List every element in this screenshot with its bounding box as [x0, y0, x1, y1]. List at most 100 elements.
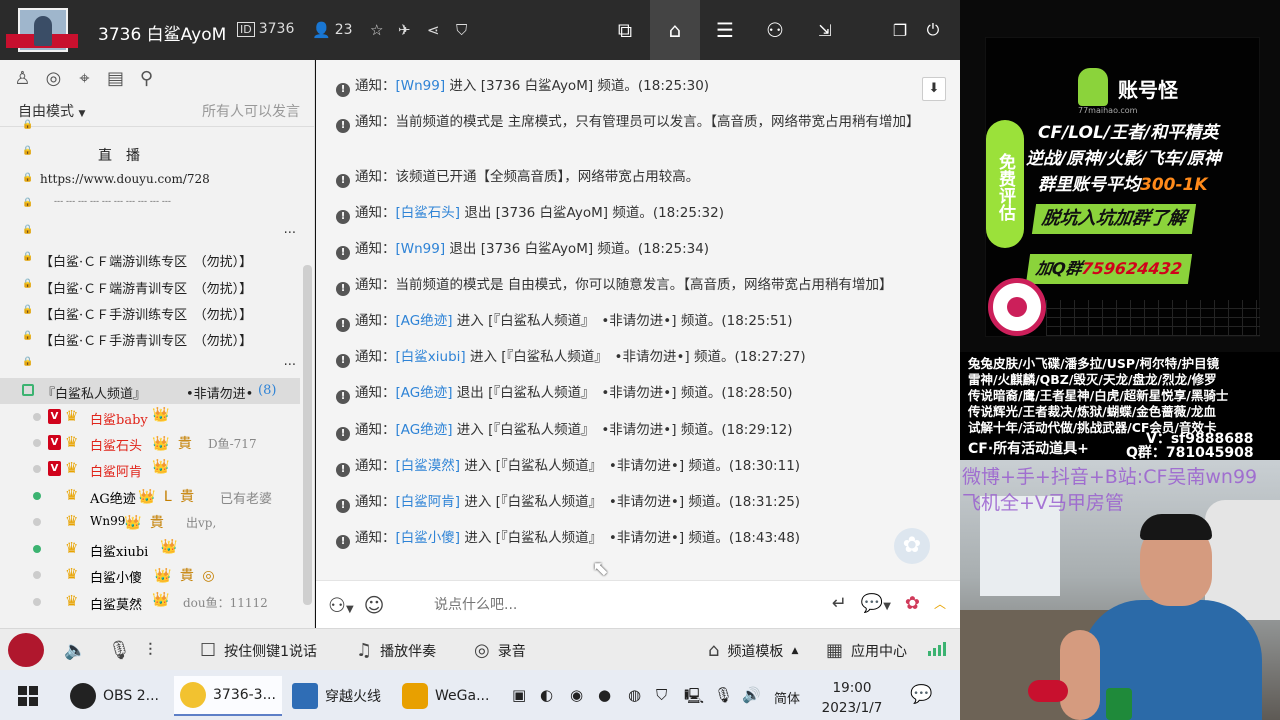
user-name: 白鲨xiubi: [90, 545, 149, 560]
member-count: (8): [258, 383, 277, 398]
mic-icon[interactable]: 🎙: [714, 686, 733, 704]
push-to-talk-toggle[interactable]: ☐ 按住侧键1说话: [200, 640, 317, 661]
user-badges: 👑: [160, 539, 180, 555]
search-icon[interactable]: ⚲: [136, 68, 157, 89]
channel-item[interactable]: 🔒 https://www.douyu.com/728: [0, 167, 300, 193]
user-row[interactable]: ♛ 白鲨xiubi 👑: [0, 536, 300, 562]
notification-icon[interactable]: 💬: [910, 684, 932, 705]
message-user[interactable]: [白鲨小傻]: [396, 530, 461, 546]
more-icon[interactable]: ...: [284, 222, 296, 237]
share-icon: ⋖: [427, 21, 440, 39]
tray-app-icon[interactable]: ◍: [628, 686, 641, 704]
windows-start-icon[interactable]: [18, 686, 38, 706]
chat-icon[interactable]: ◎: [43, 68, 64, 89]
clock[interactable]: 19:00 2023/1/7: [812, 678, 892, 718]
video-icon: ⧉: [617, 18, 633, 42]
tray-app-icon[interactable]: ◐: [540, 686, 553, 704]
chevron-up-icon[interactable]: ︿: [934, 595, 946, 612]
message-user[interactable]: [AG绝迹]: [396, 385, 453, 401]
play-music-button[interactable]: ♫ 播放伴奏: [356, 640, 436, 661]
channel-item[interactable]: 🔒 【白鲨·ＣＦ端游训练专区 （勿扰）】: [0, 246, 300, 272]
channel-item[interactable]: 🔒 【白鲨·ＣＦ手游训练专区 （勿扰）】: [0, 299, 300, 325]
message-user[interactable]: [白鲨xiubi]: [396, 349, 466, 365]
home-tab[interactable]: ⌂: [650, 0, 700, 60]
channel-item[interactable]: 🔒...: [0, 219, 300, 245]
message-user[interactable]: [Wn99]: [396, 78, 446, 94]
volume-icon[interactable]: 🔊: [742, 686, 761, 704]
user-row[interactable]: V ♛ 白鲨baby 👑: [0, 404, 300, 430]
message-user[interactable]: [Wn99]: [396, 241, 446, 257]
panel-scrollbar[interactable]: [303, 265, 312, 605]
more-icon[interactable]: ...: [284, 354, 296, 369]
mixer-button[interactable]: ⫶: [148, 640, 153, 661]
channel-item[interactable]: 🔒 直 播: [0, 140, 300, 166]
channel-item[interactable]: 🔒: [0, 117, 300, 131]
user-row[interactable]: ♛ 白鲨小傻 👑 貴 ◎: [0, 562, 300, 588]
fly-button[interactable]: ✈: [398, 21, 411, 39]
task-yy[interactable]: 3736-3...: [174, 676, 282, 716]
user-note: D鱼-717: [208, 437, 257, 451]
ad-grid-decoration: [1046, 300, 1260, 336]
tray-app-icon[interactable]: ◉: [570, 686, 583, 704]
template-icon: ⌂: [708, 640, 720, 661]
chat-input[interactable]: [434, 593, 764, 617]
task-wegame[interactable]: WeGa...: [396, 676, 495, 716]
user-row[interactable]: V ♛ 白鲨阿肯 👑: [0, 456, 300, 482]
lock-icon: 🔒: [22, 173, 34, 183]
channel-item[interactable]: 🔒 【白鲨·ＣＦ端游青训专区 （勿扰）】: [0, 273, 300, 299]
video-tab[interactable]: ⧉: [600, 0, 650, 60]
user-note: 出vp,: [186, 516, 217, 530]
minimize-icon: ⇲: [818, 20, 832, 40]
user-badges: 👑 貴 ◎: [154, 568, 217, 584]
game-tab[interactable]: ⚇: [750, 0, 800, 60]
font-icon[interactable]: ☺: [364, 593, 385, 617]
message-user[interactable]: [AG绝迹]: [396, 422, 453, 438]
send-icon[interactable]: ↵: [832, 593, 847, 614]
flower-icon[interactable]: ✿: [905, 593, 920, 614]
channel-name: https://www.douyu.com/728: [40, 172, 210, 186]
user-row[interactable]: ♛ 白鲨莫然 👑 dou鱼：11112: [0, 589, 300, 615]
tray-app-icon[interactable]: ▣: [512, 686, 526, 704]
shield-icon[interactable]: ⛉: [656, 686, 667, 704]
favorite-button[interactable]: ☆: [370, 21, 383, 39]
speaker-button[interactable]: 🔈: [64, 640, 86, 661]
mic-button[interactable]: 🎙: [108, 640, 131, 661]
message-user[interactable]: [白鲨漠然]: [396, 458, 461, 474]
task-obs[interactable]: OBS 2...: [64, 676, 165, 716]
location-icon[interactable]: ⌖: [74, 68, 95, 89]
my-avatar[interactable]: [8, 633, 44, 667]
user-row[interactable]: ♛ Wn99 👑 貴 出vp,: [0, 509, 300, 535]
close-button[interactable]: ⏻: [913, 0, 953, 60]
app-center-button[interactable]: ▦ 应用中心: [826, 640, 907, 661]
channel-item[interactable]: 🔒...: [0, 351, 300, 377]
share-button[interactable]: ⋖: [427, 21, 440, 39]
network-icon[interactable]: 🖳: [684, 686, 704, 711]
task-crossfire[interactable]: 穿越火线: [286, 676, 387, 716]
report-button[interactable]: ⛉: [456, 21, 467, 39]
user-badges: 👑: [152, 407, 172, 423]
message-user[interactable]: [AG绝迹]: [396, 313, 453, 329]
user-icon[interactable]: ♙: [12, 68, 33, 89]
channel-avatar[interactable]: [6, 6, 78, 54]
channel-name: 【白鲨·ＣＦ手游青训专区 （勿扰）】: [40, 334, 253, 349]
tray-app-icon[interactable]: ●: [598, 686, 611, 704]
board-icon[interactable]: ▤: [105, 68, 126, 89]
record-button[interactable]: ◎ 录音: [474, 640, 526, 661]
gamepad-icon[interactable]: ⚇▼: [328, 593, 354, 617]
user-row[interactable]: ♛ AG绝迹 👑 L 貴 已有老婆: [0, 483, 300, 509]
scroll-to-bottom-button[interactable]: ⬇: [922, 77, 946, 101]
message-user[interactable]: [白鲨石头]: [396, 205, 461, 221]
online-count[interactable]: 👤 23: [312, 21, 353, 39]
list-tab[interactable]: ☰: [700, 0, 750, 60]
channel-item[interactable]: 🔒 --- --- --- --- --- --- --- --- --- ---: [0, 192, 300, 218]
emoji-icon[interactable]: 💬▼: [861, 593, 891, 614]
template-button[interactable]: ⌂ 频道模板 ▲: [708, 640, 798, 661]
channel-item[interactable]: 🔒 【白鲨·ＣＦ手游青训专区 （勿扰）】: [0, 325, 300, 351]
selected-channel[interactable]: 『白鲨私人频道』 •非请勿进• (8): [0, 378, 300, 404]
minimize-button[interactable]: ⇲: [805, 0, 845, 60]
cam-arm: [1060, 630, 1100, 720]
ime-indicator[interactable]: 简体: [774, 688, 800, 707]
channel-titlebar: 3736 白鲨AyoM ID 3736 👤 23 ☆ ✈ ⋖ ⛉ ⧉ ⌂ ☰ ⚇…: [0, 0, 960, 60]
user-row[interactable]: V ♛ 白鲨石头 👑 貴 D鱼-717: [0, 430, 300, 456]
message-user[interactable]: [白鲨阿肯]: [396, 494, 461, 510]
